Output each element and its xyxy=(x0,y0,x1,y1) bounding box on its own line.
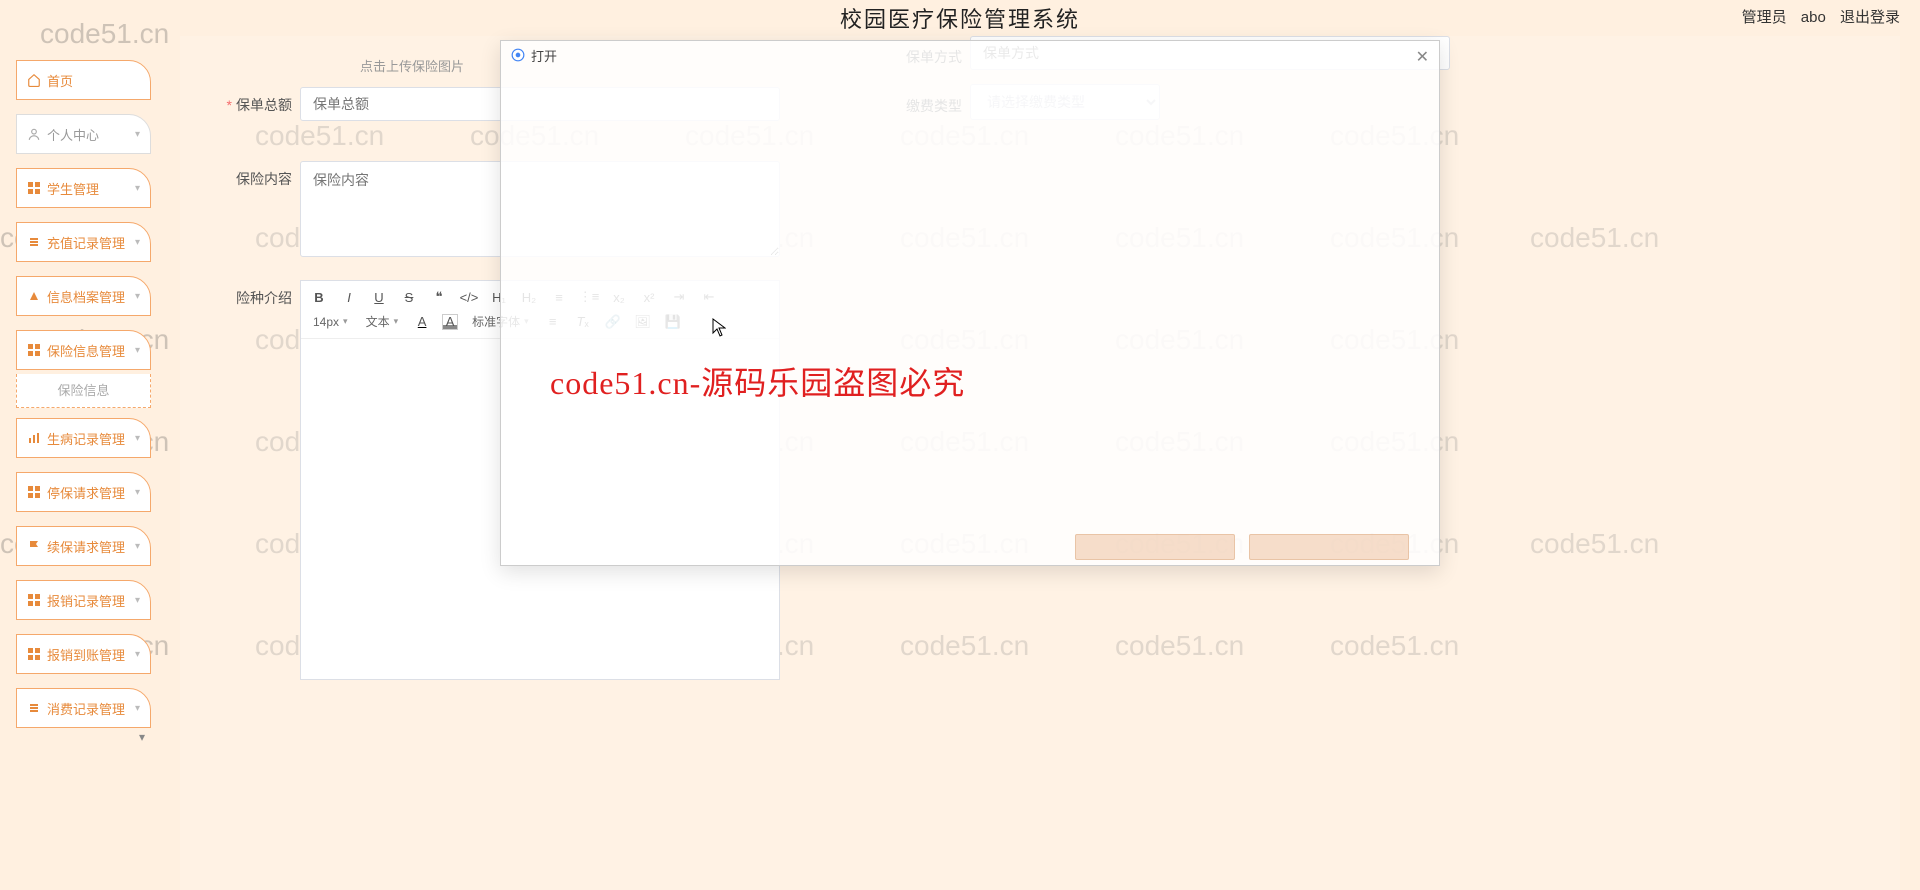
fontsize-select[interactable]: 14px▾ xyxy=(309,313,352,331)
nav-student[interactable]: 学生管理 ▾ xyxy=(16,168,151,208)
nav-home[interactable]: 首页 xyxy=(16,60,151,100)
home-icon xyxy=(27,73,41,87)
nav-insurance-sub[interactable]: 保险信息 xyxy=(16,374,151,408)
file-open-dialog: 打开 ✕ xyxy=(500,40,1440,566)
logout-link[interactable]: 退出登录 xyxy=(1840,9,1900,26)
user-role: 管理员 xyxy=(1742,9,1787,26)
bgcolor-icon[interactable]: A xyxy=(442,314,458,330)
amount-label: 保单总额 xyxy=(220,87,300,115)
mouse-cursor xyxy=(712,318,726,338)
nav-label: 保险信息管理 xyxy=(47,341,125,360)
list-icon xyxy=(27,235,41,249)
nav-consume[interactable]: 消费记录管理 ▾ xyxy=(16,688,151,728)
nav-label: 报销记录管理 xyxy=(47,591,125,610)
nav-label: 消费记录管理 xyxy=(47,699,125,718)
dialog-titlebar[interactable]: 打开 ✕ xyxy=(501,41,1439,69)
chevron-down-icon: ▾ xyxy=(135,433,140,444)
triangle-icon xyxy=(27,289,41,303)
nav-label: 充值记录管理 xyxy=(47,233,125,252)
chart-icon xyxy=(27,431,41,445)
strike-icon[interactable]: S xyxy=(399,287,419,307)
grid-icon xyxy=(27,647,41,661)
chevron-down-icon: ▾ xyxy=(135,595,140,606)
nav-recharge[interactable]: 充值记录管理 ▾ xyxy=(16,222,151,262)
text-select[interactable]: 文本▾ xyxy=(362,311,403,332)
nav-insurance[interactable]: 保险信息管理 ▾ xyxy=(16,330,151,370)
nav-label: 信息档案管理 xyxy=(47,287,125,306)
grid-icon xyxy=(27,485,41,499)
watermark-overlay-text: code51.cn-源码乐园盗图必究 xyxy=(550,358,965,404)
nav-label: 生病记录管理 xyxy=(47,429,125,448)
chevron-down-icon: ▾ xyxy=(135,541,140,552)
nav-label: 报销到账管理 xyxy=(47,645,125,664)
fontcolor-icon[interactable]: A xyxy=(412,312,432,332)
chevron-down-icon: ▾ xyxy=(135,237,140,248)
user-name: abo xyxy=(1801,9,1826,26)
italic-icon[interactable]: I xyxy=(339,287,359,307)
nav-label: 学生管理 xyxy=(47,179,99,198)
chevron-down-icon: ▾ xyxy=(135,487,140,498)
list-icon xyxy=(27,701,41,715)
quote-icon[interactable]: ❝ xyxy=(429,287,449,307)
user-icon xyxy=(27,127,41,141)
grid-icon xyxy=(27,181,41,195)
dialog-body[interactable] xyxy=(501,69,1439,529)
nav-label: 首页 xyxy=(47,71,73,90)
chevron-down-icon: ▾ xyxy=(135,345,140,356)
intro-label: 险种介绍 xyxy=(220,280,300,308)
chevron-down-icon: ▾ xyxy=(135,649,140,660)
nav-label: 停保请求管理 xyxy=(47,483,125,502)
chevron-down-icon: ▾ xyxy=(135,183,140,194)
chrome-icon xyxy=(511,48,525,62)
underline-icon[interactable]: U xyxy=(369,287,389,307)
code-icon[interactable]: </> xyxy=(459,287,479,307)
content-label: 保险内容 xyxy=(220,161,300,189)
chevron-down-icon: ▾ xyxy=(135,703,140,714)
dialog-footer xyxy=(501,529,1439,565)
app-title: 校园医疗保险管理系统 xyxy=(0,2,1920,34)
nav-stop[interactable]: 停保请求管理 ▾ xyxy=(16,472,151,512)
bold-icon[interactable]: B xyxy=(309,287,329,307)
dialog-cancel-button[interactable] xyxy=(1249,534,1409,560)
nav-arrival[interactable]: 报销到账管理 ▾ xyxy=(16,634,151,674)
chevron-down-icon: ▾ xyxy=(135,129,140,140)
nav-renew[interactable]: 续保请求管理 ▾ xyxy=(16,526,151,566)
nav-profile[interactable]: 个人中心 ▾ xyxy=(16,114,151,154)
grid-icon xyxy=(27,593,41,607)
close-icon[interactable]: ✕ xyxy=(1416,47,1429,67)
header-user-area: 管理员 abo 退出登录 xyxy=(1732,6,1900,27)
sidebar: 首页 个人中心 ▾ 学生管理 ▾ 充值记录管理 ▾ 信息档案管理 ▾ 保险信息管… xyxy=(16,60,151,744)
nav-label: 续保请求管理 xyxy=(47,537,125,556)
scroll-indicator[interactable]: ▾ xyxy=(16,730,151,744)
app-header: 校园医疗保险管理系统 管理员 abo 退出登录 xyxy=(0,0,1920,36)
grid-icon xyxy=(27,343,41,357)
chevron-down-icon: ▾ xyxy=(135,291,140,302)
flag-icon xyxy=(27,539,41,553)
nav-sick[interactable]: 生病记录管理 ▾ xyxy=(16,418,151,458)
nav-archive[interactable]: 信息档案管理 ▾ xyxy=(16,276,151,316)
nav-label: 个人中心 xyxy=(47,125,99,144)
dialog-title-text: 打开 xyxy=(531,46,557,65)
dialog-open-button[interactable] xyxy=(1075,534,1235,560)
nav-reimburse[interactable]: 报销记录管理 ▾ xyxy=(16,580,151,620)
